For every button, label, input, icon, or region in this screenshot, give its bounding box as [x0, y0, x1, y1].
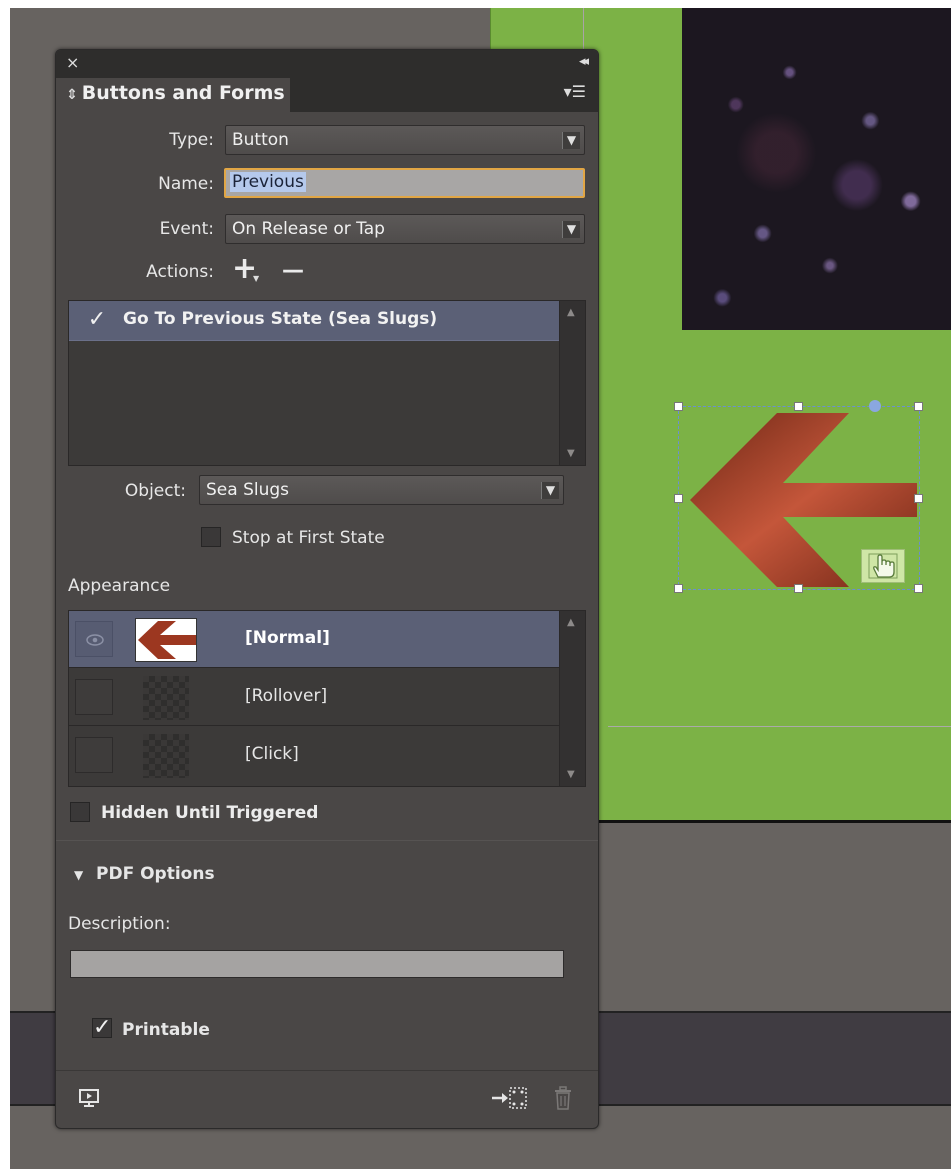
selection-handle-bc[interactable] — [794, 584, 803, 593]
actions-scrollbar[interactable]: ▲ ▼ — [559, 301, 585, 465]
state-visibility-toggle[interactable] — [75, 621, 113, 657]
selection-handle-tl[interactable] — [674, 402, 683, 411]
normal-state-thumbnail — [135, 618, 197, 662]
scroll-up-icon[interactable]: ▲ — [567, 307, 575, 318]
collapse-panel-icon[interactable]: ◂◂ — [579, 54, 589, 69]
selection-handle-mr[interactable] — [914, 494, 923, 503]
action-enabled-checkbox[interactable]: ✓ — [87, 309, 107, 331]
hidden-until-triggered-label: Hidden Until Triggered — [101, 803, 319, 823]
actions-list: ✓ Go To Previous State (Sea Slugs) ▲ ▼ — [68, 300, 586, 466]
scroll-down-icon[interactable]: ▼ — [567, 448, 575, 459]
previous-arrow-button-object[interactable] — [674, 400, 923, 593]
state-visibility-toggle[interactable] — [75, 737, 113, 773]
event-value: On Release or Tap — [232, 219, 385, 239]
event-label: Event: — [159, 219, 214, 239]
sea-slug-photo[interactable] — [682, 8, 951, 330]
printable-label: Printable — [122, 1020, 210, 1040]
name-field[interactable]: Previous — [224, 168, 585, 198]
description-label: Description: — [68, 914, 171, 934]
eye-icon — [86, 634, 104, 646]
appearance-state-rollover[interactable]: [Rollover] — [69, 669, 559, 726]
event-dropdown[interactable]: On Release or Tap ▼ — [225, 214, 585, 244]
state-label: [Rollover] — [245, 686, 328, 706]
object-label: Object: — [124, 481, 186, 501]
pdf-options-heading[interactable]: PDF Options — [96, 864, 215, 884]
object-dropdown[interactable]: Sea Slugs ▼ — [199, 475, 564, 505]
close-icon[interactable]: × — [66, 53, 79, 72]
add-action-dropdown-indicator: ▼ — [253, 274, 260, 283]
action-item-label: Go To Previous State (Sea Slugs) — [123, 309, 438, 329]
selection-handle-tc[interactable] — [794, 402, 803, 411]
remove-action-icon[interactable]: — — [282, 258, 304, 283]
pdf-options-toggle-icon[interactable]: ▼ — [74, 868, 83, 882]
chevron-down-icon: ▼ — [562, 221, 580, 238]
selection-handle-tr[interactable] — [914, 402, 923, 411]
action-item[interactable]: ✓ Go To Previous State (Sea Slugs) — [69, 301, 559, 341]
trash-icon[interactable] — [552, 1085, 574, 1116]
preview-spread-icon[interactable] — [78, 1087, 100, 1114]
scroll-down-icon[interactable]: ▼ — [567, 769, 575, 780]
panel-footer — [56, 1070, 598, 1128]
tab-expand-icon: ⇕ — [66, 87, 78, 103]
panel-menu-icon[interactable]: ▾☰ — [564, 82, 586, 101]
scroll-up-icon[interactable]: ▲ — [567, 617, 575, 628]
tab-label: Buttons and Forms — [81, 82, 285, 104]
appearance-heading: Appearance — [68, 576, 171, 596]
name-label: Name: — [158, 174, 214, 194]
selection-handle-bl[interactable] — [674, 584, 683, 593]
stop-at-first-state-checkbox[interactable] — [201, 527, 221, 547]
divider — [56, 840, 598, 841]
type-dropdown[interactable]: Button ▼ — [225, 125, 585, 155]
state-label: [Click] — [245, 744, 299, 764]
rollover-state-thumbnail — [143, 676, 189, 720]
buttons-and-forms-panel: × ◂◂ ⇕ Buttons and Forms ▾☰ Type: Button … — [55, 49, 599, 1129]
panel-tab-row: ⇕ Buttons and Forms ▾☰ — [56, 78, 598, 112]
state-label: [Normal] — [245, 628, 330, 648]
panel-titlebar[interactable]: × ◂◂ — [56, 50, 598, 78]
stop-at-first-state-label: Stop at First State — [232, 528, 385, 548]
click-state-thumbnail — [143, 734, 189, 778]
printable-checkbox[interactable]: ✓ — [92, 1017, 112, 1039]
selection-handle-br[interactable] — [914, 584, 923, 593]
appearance-scrollbar[interactable]: ▲ ▼ — [559, 611, 585, 786]
chevron-down-icon: ▼ — [562, 132, 580, 149]
type-label: Type: — [169, 130, 214, 150]
type-value: Button — [232, 130, 289, 150]
state-visibility-toggle[interactable] — [75, 679, 113, 715]
appearance-state-normal[interactable]: [Normal] — [69, 611, 559, 668]
convert-to-button-icon[interactable] — [490, 1084, 530, 1117]
appearance-list: [Normal] [Rollover] [Click] ▲ ▼ — [68, 610, 586, 787]
tab-buttons-and-forms[interactable]: ⇕ Buttons and Forms — [56, 78, 290, 112]
hidden-until-triggered-checkbox[interactable] — [70, 802, 90, 822]
description-field[interactable] — [70, 950, 564, 978]
object-value: Sea Slugs — [206, 480, 290, 500]
chevron-down-icon: ▼ — [541, 482, 559, 499]
name-value: Previous — [230, 172, 306, 192]
appearance-state-click[interactable]: [Click] — [69, 727, 559, 784]
selection-handle-ml[interactable] — [674, 494, 683, 503]
page-margin-guide — [608, 726, 951, 727]
button-hand-icon — [861, 549, 905, 583]
rotation-handle[interactable] — [869, 400, 881, 412]
actions-label: Actions: — [146, 262, 214, 282]
